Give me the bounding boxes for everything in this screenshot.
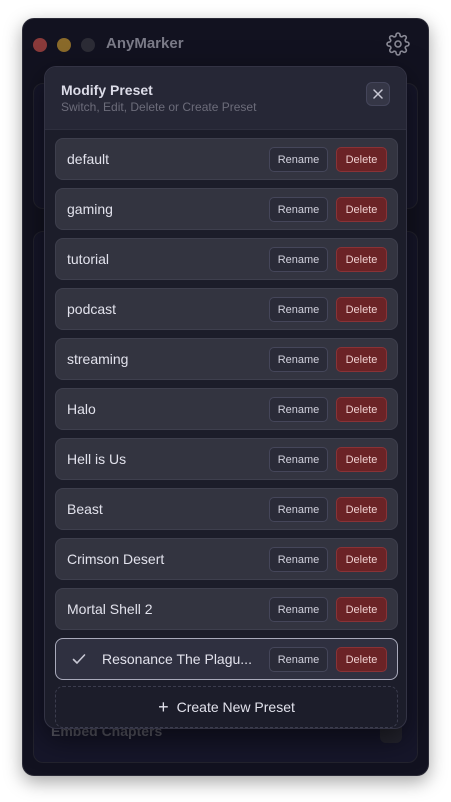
delete-button[interactable]: Delete xyxy=(336,197,387,222)
delete-button[interactable]: Delete xyxy=(336,297,387,322)
preset-row[interactable]: gaming Rename Delete xyxy=(55,188,398,230)
rename-button[interactable]: Rename xyxy=(269,297,328,322)
create-new-preset-label: Create New Preset xyxy=(176,699,295,715)
close-icon xyxy=(373,89,383,99)
preset-name: tutorial xyxy=(67,251,110,267)
delete-button[interactable]: Delete xyxy=(336,447,387,472)
preset-row[interactable]: default Rename Delete xyxy=(55,138,398,180)
rename-button[interactable]: Rename xyxy=(269,647,328,672)
preset-row[interactable]: Mortal Shell 2 Rename Delete xyxy=(55,588,398,630)
delete-button[interactable]: Delete xyxy=(336,597,387,622)
delete-button[interactable]: Delete xyxy=(336,147,387,172)
preset-row[interactable]: Resonance The Plagu... Rename Delete xyxy=(55,638,398,680)
rename-button[interactable]: Rename xyxy=(269,247,328,272)
rename-button[interactable]: Rename xyxy=(269,347,328,372)
delete-button[interactable]: Delete xyxy=(336,647,387,672)
preset-row[interactable]: tutorial Rename Delete xyxy=(55,238,398,280)
app-title: AnyMarker xyxy=(106,35,184,52)
delete-button[interactable]: Delete xyxy=(336,347,387,372)
window-minimize-button[interactable] xyxy=(57,38,71,52)
preset-name: gaming xyxy=(67,201,113,217)
rename-button[interactable]: Rename xyxy=(269,447,328,472)
modify-preset-modal: Modify Preset Switch, Edit, Delete or Cr… xyxy=(44,66,407,729)
preset-row[interactable]: Halo Rename Delete xyxy=(55,388,398,430)
rename-button[interactable]: Rename xyxy=(269,197,328,222)
preset-row[interactable]: Hell is Us Rename Delete xyxy=(55,438,398,480)
preset-name: default xyxy=(67,151,110,167)
gear-icon[interactable] xyxy=(386,32,410,56)
preset-row[interactable]: Beast Rename Delete xyxy=(55,488,398,530)
delete-button[interactable]: Delete xyxy=(336,547,387,572)
preset-name: podcast xyxy=(67,301,117,317)
plus-icon: + xyxy=(158,697,169,717)
app-window: AnyMarker Embed Chapters Modify Preset S… xyxy=(22,18,429,776)
preset-name: Resonance The Plagu... xyxy=(102,651,252,667)
rename-button[interactable]: Rename xyxy=(269,597,328,622)
modal-subtitle: Switch, Edit, Delete or Create Preset xyxy=(61,100,257,114)
modal-title: Modify Preset xyxy=(61,82,153,98)
preset-row[interactable]: Crimson Desert Rename Delete xyxy=(55,538,398,580)
rename-button[interactable]: Rename xyxy=(269,547,328,572)
preset-name: streaming xyxy=(67,351,129,367)
modal-close-button[interactable] xyxy=(366,82,390,106)
delete-button[interactable]: Delete xyxy=(336,397,387,422)
preset-name: Hell is Us xyxy=(67,451,127,467)
rename-button[interactable]: Rename xyxy=(269,147,328,172)
window-close-button[interactable] xyxy=(33,38,47,52)
rename-button[interactable]: Rename xyxy=(269,397,328,422)
preset-row[interactable]: streaming Rename Delete xyxy=(55,338,398,380)
preset-name: Beast xyxy=(67,501,103,517)
title-bar: AnyMarker xyxy=(23,19,428,71)
preset-name: Halo xyxy=(67,401,96,417)
preset-row[interactable]: podcast Rename Delete xyxy=(55,288,398,330)
preset-list: default Rename Delete gaming Rename Delete tut… xyxy=(55,138,398,688)
check-icon xyxy=(72,654,86,664)
window-zoom-button[interactable] xyxy=(81,38,95,52)
modal-header: Modify Preset Switch, Edit, Delete or Cr… xyxy=(45,67,406,130)
delete-button[interactable]: Delete xyxy=(336,497,387,522)
delete-button[interactable]: Delete xyxy=(336,247,387,272)
create-new-preset-button[interactable]: + Create New Preset xyxy=(55,686,398,728)
preset-name: Mortal Shell 2 xyxy=(67,601,153,617)
rename-button[interactable]: Rename xyxy=(269,497,328,522)
preset-name: Crimson Desert xyxy=(67,551,165,567)
